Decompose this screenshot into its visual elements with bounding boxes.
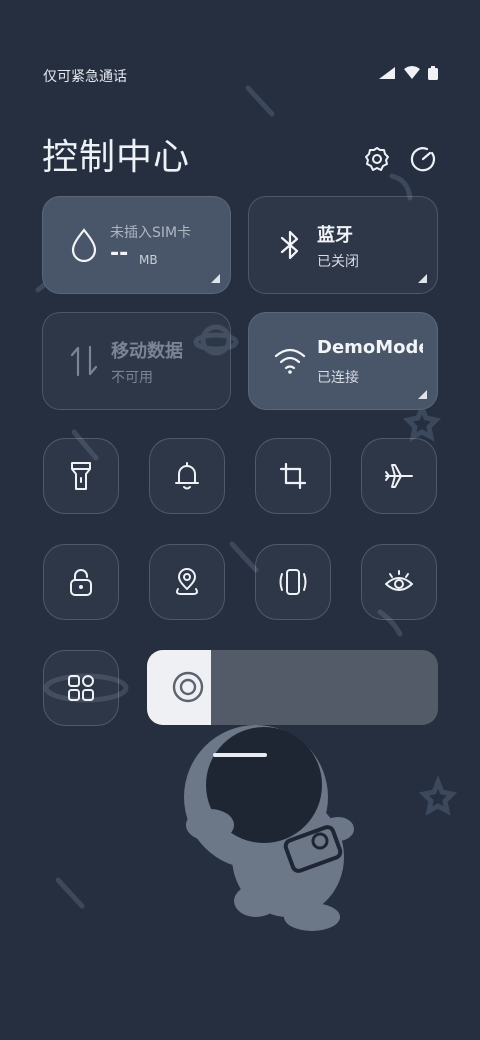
mobile-data-tile[interactable]: 移动数据 不可用 <box>42 312 231 410</box>
brightness-icon <box>172 671 204 703</box>
astronaut-illustration <box>184 725 354 931</box>
status-icons <box>378 66 438 80</box>
flashlight-toggle[interactable] <box>43 438 119 514</box>
settings-button[interactable] <box>362 144 392 174</box>
lock-icon <box>70 569 92 596</box>
more-apps-toggle[interactable] <box>43 650 119 726</box>
wifi-icon <box>273 343 307 379</box>
bluetooth-icon <box>273 227 307 263</box>
wifi-network-name: DemoMode <box>317 337 423 358</box>
location-icon <box>176 568 198 595</box>
ring-toggle[interactable] <box>149 438 225 514</box>
screenshot-toggle[interactable] <box>255 438 331 514</box>
reading-mode-toggle[interactable] <box>361 544 437 620</box>
bluetooth-tile[interactable]: 蓝牙 已关闭 <box>248 196 438 294</box>
gear-icon <box>365 147 389 171</box>
wifi-status: 已连接 <box>317 370 359 386</box>
mobile-data-status: 不可用 <box>111 370 153 386</box>
expand-corner-icon <box>211 274 220 283</box>
expand-corner-icon <box>418 390 427 399</box>
vibrate-icon <box>279 569 307 595</box>
airplane-icon <box>385 464 413 488</box>
bluetooth-status: 已关闭 <box>317 254 359 270</box>
wifi-tile[interactable]: DemoMode 已连接 <box>248 312 438 410</box>
airplane-mode-toggle[interactable] <box>361 438 437 514</box>
water-drop-icon <box>67 227 101 263</box>
bluetooth-title: 蓝牙 <box>317 225 353 246</box>
vibrate-toggle[interactable] <box>255 544 331 620</box>
mobile-data-arrows-icon <box>67 343 101 379</box>
location-toggle[interactable] <box>149 544 225 620</box>
home-indicator[interactable] <box>213 753 267 757</box>
crop-icon <box>279 462 307 490</box>
battery-icon <box>428 66 438 80</box>
eye-icon <box>385 570 413 591</box>
data-usage-value: -- <box>110 241 129 266</box>
apps-icon <box>68 675 94 701</box>
data-usage-unit: MB <box>139 253 158 267</box>
carrier-text: 仅可紧急通话 <box>43 69 127 85</box>
brightness-slider[interactable] <box>147 650 438 725</box>
status-bar: 仅可紧急通话 <box>0 0 480 110</box>
mobile-data-title: 移动数据 <box>111 341 183 362</box>
bell-icon <box>175 462 199 490</box>
sim-status-text: 未插入SIM卡 <box>110 225 192 241</box>
speedometer-icon <box>410 147 435 172</box>
data-usage-tile[interactable]: 未插入SIM卡 -- MB <box>42 196 231 294</box>
rotation-lock-toggle[interactable] <box>43 544 119 620</box>
expand-corner-icon <box>418 274 427 283</box>
wifi-status-icon <box>404 66 420 79</box>
edit-button[interactable] <box>408 144 438 174</box>
flashlight-icon <box>71 462 91 490</box>
page-title: 控制中心 <box>42 137 191 178</box>
signal-icon <box>379 67 395 79</box>
